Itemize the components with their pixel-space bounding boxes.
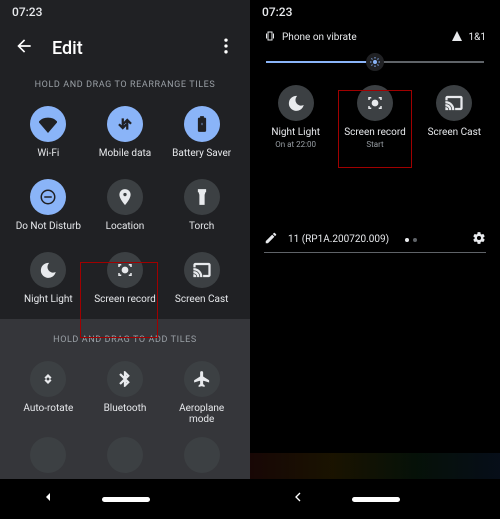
nav-bar xyxy=(0,479,250,519)
vibrate-icon xyxy=(264,30,276,45)
quick-settings-screen: 07:23 Phone on vibrate 1&1 Night Light O… xyxy=(250,0,500,519)
edit-tiles-screen: 07:23 Edit HOLD AND DRAG TO REARRANGE TI… xyxy=(0,0,250,519)
tile-dnd[interactable]: Do Not Disturb xyxy=(10,173,87,246)
overflow-menu-icon[interactable] xyxy=(216,36,236,60)
divider xyxy=(264,252,486,253)
annotation-highlight xyxy=(338,90,412,168)
annotation-highlight xyxy=(80,262,158,338)
clock: 07:23 xyxy=(12,5,42,19)
qs-tile-night-light[interactable]: Night Light On at 22:00 xyxy=(256,79,335,159)
tile-location[interactable]: Location xyxy=(87,173,164,246)
signal-icon xyxy=(451,30,463,45)
page-dots xyxy=(405,238,417,242)
location-icon xyxy=(107,179,143,215)
background-peek xyxy=(250,453,500,479)
build-row: 11 (RP1A.200720.009) xyxy=(250,223,500,252)
qs-tile-screen-cast[interactable]: Screen Cast xyxy=(415,79,494,159)
tile-screen-cast[interactable]: Screen Cast xyxy=(163,246,240,319)
nav-bar xyxy=(250,479,500,519)
qs-status-row: Phone on vibrate 1&1 xyxy=(250,24,500,47)
cast-icon xyxy=(436,85,472,121)
nav-home-pill[interactable] xyxy=(352,497,400,502)
partial-icon xyxy=(184,437,220,473)
brightness-thumb-icon[interactable] xyxy=(366,53,384,71)
airplane-icon xyxy=(184,361,220,397)
nav-home-pill[interactable] xyxy=(102,497,150,502)
tile-battery-saver[interactable]: Battery Saver xyxy=(163,100,240,173)
battery-icon xyxy=(184,106,220,142)
dnd-icon xyxy=(30,179,66,215)
partial-icon xyxy=(107,437,143,473)
rearrange-label: HOLD AND DRAG TO REARRANGE TILES xyxy=(0,72,250,100)
nav-spacer xyxy=(196,492,210,506)
status-bar: 07:23 xyxy=(250,0,500,24)
torch-icon xyxy=(184,179,220,215)
brightness-slider[interactable] xyxy=(250,47,500,75)
bluetooth-icon xyxy=(107,361,143,397)
nav-back-icon[interactable] xyxy=(290,489,306,509)
status-bar: 07:23 xyxy=(0,0,250,24)
settings-icon[interactable] xyxy=(472,231,486,248)
moon-icon xyxy=(30,252,66,288)
ringer-label: Phone on vibrate xyxy=(282,32,357,43)
build-number: 11 (RP1A.200720.009) xyxy=(288,234,389,245)
tile-torch[interactable]: Torch xyxy=(163,173,240,246)
partial-icon xyxy=(30,437,66,473)
wifi-icon xyxy=(30,106,66,142)
nav-back-icon[interactable] xyxy=(40,489,56,509)
clock: 07:23 xyxy=(262,5,292,19)
tile-night-light[interactable]: Night Light xyxy=(10,246,87,319)
tile-mobile-data[interactable]: Mobile data xyxy=(87,100,164,173)
app-bar: Edit xyxy=(0,24,250,72)
tile-wifi[interactable]: Wi-Fi xyxy=(10,100,87,173)
back-icon[interactable] xyxy=(14,36,34,60)
carrier-label: 1&1 xyxy=(469,32,486,43)
tile-bluetooth[interactable]: Bluetooth xyxy=(87,355,164,439)
tile-aeroplane-mode[interactable]: Aeroplane mode xyxy=(163,355,240,439)
cast-icon xyxy=(184,252,220,288)
page-title: Edit xyxy=(52,38,198,59)
rotate-icon xyxy=(30,361,66,397)
data-icon xyxy=(107,106,143,142)
edit-icon[interactable] xyxy=(264,231,278,248)
nav-spacer xyxy=(446,492,460,506)
tile-auto-rotate[interactable]: Auto-rotate xyxy=(10,355,87,439)
moon-icon xyxy=(278,85,314,121)
available-tiles-section: HOLD AND DRAG TO ADD TILES Auto-rotate B… xyxy=(0,319,250,491)
